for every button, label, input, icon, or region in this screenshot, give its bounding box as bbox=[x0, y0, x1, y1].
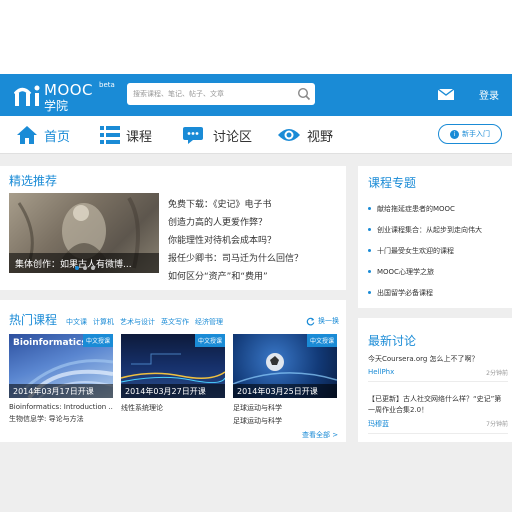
topic-item[interactable]: 创业课程集合：从起步到走向伟大 bbox=[368, 219, 508, 240]
course-badge: 中文授课 bbox=[306, 334, 337, 347]
discussion-question[interactable]: 今天Coursera.org 怎么上不了啊？ bbox=[368, 354, 508, 365]
featured-link-list: 免费下载：《史记》电子书 创造力高的人更爱作弊？ 你能理性对待机会成本吗？ 报任… bbox=[168, 196, 303, 286]
see-all-courses-link[interactable]: 查看全部 > bbox=[302, 430, 338, 440]
nav-item-discussion[interactable]: 讨论区 bbox=[183, 124, 252, 146]
topic-item[interactable]: 献给拖延症患者的MOOC bbox=[368, 198, 508, 219]
nav-item-home[interactable]: 首页 bbox=[16, 124, 70, 146]
course-thumbnail-text: Bioinformatics bbox=[13, 338, 87, 348]
refresh-button[interactable]: 换一换 bbox=[306, 316, 339, 326]
info-icon: i bbox=[450, 129, 459, 139]
discussion-question[interactable]: 【已更新】古人社交网络什么样？“史记”第一周作业合集2.0！ bbox=[368, 394, 508, 416]
featured-link[interactable]: 免费下载：《史记》电子书 bbox=[168, 196, 303, 214]
nav-item-courses[interactable]: 课程 bbox=[100, 124, 152, 146]
discussion-meta: 玛穆蓝 7分钟前 bbox=[368, 419, 508, 434]
course-card[interactable]: 中文授课 2014年03月25日开课 足球运动与科学 足球运动与科学 bbox=[233, 334, 337, 426]
discussion-time: 7分钟前 bbox=[486, 421, 508, 428]
course-start-date: 2014年03月27日开课 bbox=[121, 384, 225, 398]
course-card[interactable]: Bioinformatics 中文授课 2014年03月17日开课 Bioinf… bbox=[9, 334, 113, 424]
featured-link[interactable]: 你能理性对待机会成本吗？ bbox=[168, 232, 303, 250]
nav-label-courses: 课程 bbox=[126, 129, 153, 145]
course-title[interactable]: 足球运动与科学 bbox=[233, 403, 337, 413]
featured-link[interactable]: 如何区分“资产”和“费用” bbox=[168, 268, 303, 286]
course-title[interactable]: 线性系统理论 bbox=[121, 403, 225, 413]
search-input[interactable] bbox=[133, 86, 293, 102]
home-icon bbox=[17, 126, 37, 144]
tag-economics[interactable]: 经济管理 bbox=[195, 317, 223, 327]
course-list-icon bbox=[100, 126, 120, 144]
nav-label-home: 首页 bbox=[44, 129, 71, 145]
newbie-guide-button[interactable]: i 新手入门 bbox=[438, 124, 502, 144]
course-topics-panel: 课程专题 献给拖延症患者的MOOC 创业课程集合：从起步到走向伟大 十门最受女生… bbox=[358, 166, 512, 308]
mail-icon[interactable] bbox=[438, 89, 454, 100]
newbie-guide-label: 新手入门 bbox=[462, 130, 490, 138]
slide-dot-2[interactable] bbox=[83, 266, 87, 270]
login-link[interactable]: 登录 bbox=[479, 87, 499, 102]
discussion-time: 2分钟前 bbox=[486, 370, 508, 377]
tag-chinese[interactable]: 中文课 bbox=[66, 317, 87, 327]
course-thumbnail: 中文授课 2014年03月25日开课 bbox=[233, 334, 337, 398]
course-card[interactable]: 中文授课 2014年03月27日开课 线性系统理论 bbox=[121, 334, 225, 416]
topic-item[interactable]: 出国留学必备课程 bbox=[368, 282, 508, 303]
hot-courses-panel: 热门课程 中文课 计算机 艺术与设计 英文写作 经济管理 换一换 Bioinfo… bbox=[0, 300, 346, 442]
eye-icon bbox=[278, 129, 300, 141]
logo-beta-tag: beta bbox=[99, 81, 115, 89]
discussions-title: 最新讨论 bbox=[368, 334, 417, 348]
site-logo[interactable]: MOOC beta 学院 bbox=[14, 80, 124, 113]
slide-pagination bbox=[75, 266, 95, 270]
discussion-item: 【已更新】古人社交网络什么样？“史记”第一周作业合集2.0！ 玛穆蓝 7分钟前 bbox=[368, 394, 508, 434]
course-title[interactable]: Bioinformatics: Introduction ... bbox=[9, 403, 113, 411]
tag-art-design[interactable]: 艺术与设计 bbox=[120, 317, 155, 327]
topic-item[interactable]: MOOC心理学之旅 bbox=[368, 261, 508, 282]
top-header: MOOC beta 学院 登录 bbox=[0, 74, 512, 116]
featured-link[interactable]: 报任少卿书：司马迁为什么回信？ bbox=[168, 250, 303, 268]
hot-course-tags: 中文课 计算机 艺术与设计 英文写作 经济管理 bbox=[66, 317, 223, 327]
course-badge: 中文授课 bbox=[194, 334, 225, 347]
slide-dot-1[interactable] bbox=[75, 266, 79, 270]
course-start-date: 2014年03月17日开课 bbox=[9, 384, 113, 398]
topics-title: 课程专题 bbox=[368, 176, 417, 190]
course-thumbnail: Bioinformatics 中文授课 2014年03月17日开课 bbox=[9, 334, 113, 398]
tag-computer[interactable]: 计算机 bbox=[93, 317, 114, 327]
refresh-icon bbox=[306, 317, 315, 325]
featured-slide[interactable]: 集体创作：如果古人有微博... bbox=[9, 193, 159, 273]
discussion-user[interactable]: HellPhx bbox=[368, 368, 394, 377]
course-subtitle: 生物信息学: 导论与方法 bbox=[9, 415, 84, 423]
hot-courses-title: 热门课程 bbox=[9, 313, 58, 327]
nav-label-vision: 视野 bbox=[307, 129, 334, 145]
featured-title: 精选推荐 bbox=[9, 174, 58, 188]
topic-list: 献给拖延症患者的MOOC 创业课程集合：从起步到走向伟大 十门最受女生欢迎的课程… bbox=[368, 198, 508, 303]
discussion-icon bbox=[183, 127, 203, 144]
topic-item[interactable]: 十门最受女生欢迎的课程 bbox=[368, 240, 508, 261]
course-start-date: 2014年03月25日开课 bbox=[233, 384, 337, 398]
discussion-item: 今天Coursera.org 怎么上不了啊？ HellPhx 2分钟前 bbox=[368, 354, 508, 382]
course-subtitle: 足球运动与科学 bbox=[233, 417, 282, 425]
discussion-meta: HellPhx 2分钟前 bbox=[368, 368, 508, 382]
latest-discussions-panel: 最新讨论 今天Coursera.org 怎么上不了啊？ HellPhx 2分钟前… bbox=[358, 318, 512, 442]
logo-mark-icon bbox=[14, 85, 40, 106]
tag-english-writing[interactable]: 英文写作 bbox=[161, 317, 189, 327]
search-box bbox=[127, 83, 315, 105]
nav-item-vision[interactable]: 视野 bbox=[277, 124, 333, 146]
featured-slide-caption: 集体创作：如果古人有微博... bbox=[9, 253, 159, 273]
nav-label-discussion: 讨论区 bbox=[213, 129, 253, 145]
logo-chinese-text: 学院 bbox=[44, 99, 69, 113]
featured-panel: 精选推荐 集体创作：如果古人有微博... 免费下载：《史记》电子书 创造力高的人… bbox=[0, 166, 346, 290]
course-thumbnail: 中文授课 2014年03月27日开课 bbox=[121, 334, 225, 398]
featured-link[interactable]: 创造力高的人更爱作弊？ bbox=[168, 214, 303, 232]
course-badge: 中文授课 bbox=[82, 334, 113, 347]
search-icon[interactable] bbox=[297, 87, 311, 101]
refresh-label: 换一换 bbox=[318, 317, 339, 325]
discussion-user[interactable]: 玛穆蓝 bbox=[368, 419, 389, 429]
main-nav: 首页 课程 讨论区 视野 i 新手入门 bbox=[0, 116, 512, 154]
slide-dot-3[interactable] bbox=[91, 266, 95, 270]
